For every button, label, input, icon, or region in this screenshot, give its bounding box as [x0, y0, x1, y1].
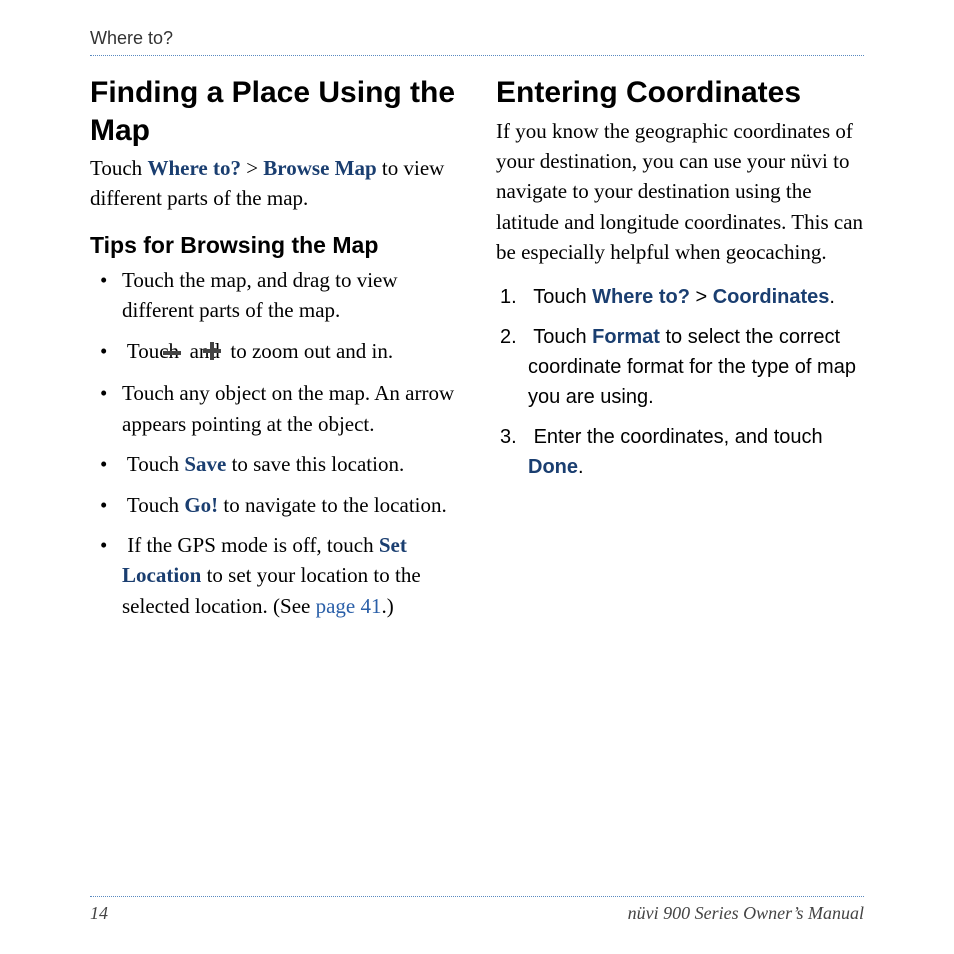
page-footer: 14 nüvi 900 Series Owner’s Manual	[90, 896, 864, 924]
kw-format: Format	[592, 326, 660, 348]
list-item: If the GPS mode is off, touch Set Locati…	[100, 530, 458, 621]
section-heading-finding: Finding a Place Using the Map	[90, 74, 458, 149]
list-item: Touch any object on the map. An arrow ap…	[100, 378, 458, 439]
section-heading-coordinates: Entering Coordinates	[496, 74, 864, 112]
list-item: Touch the map, and drag to view differen…	[100, 265, 458, 326]
finding-intro: Touch Where to? > Browse Map to view dif…	[90, 153, 458, 214]
list-item: Touch Format to select the correct coord…	[500, 322, 864, 412]
list-item: Touch Save to save this location.	[100, 449, 458, 479]
nav-browse-map: Browse Map	[263, 156, 376, 180]
list-item: Enter the coordinates, and touch Done.	[500, 422, 864, 482]
manual-title: nüvi 900 Series Owner’s Manual	[628, 903, 864, 924]
content-columns: Finding a Place Using the Map Touch Wher…	[90, 74, 864, 631]
manual-page: Where to? Finding a Place Using the Map …	[0, 0, 954, 954]
list-item: Touch and to zoom out and in.	[100, 336, 458, 368]
page-number: 14	[90, 903, 108, 924]
page-header: Where to?	[90, 28, 864, 56]
kw-done: Done	[528, 456, 578, 478]
kw-save: Save	[184, 452, 226, 476]
nav-where-to: Where to?	[592, 286, 690, 308]
nav-where-to: Where to?	[147, 156, 241, 180]
subsection-tips: Tips for Browsing the Map	[90, 232, 458, 259]
left-column: Finding a Place Using the Map Touch Wher…	[90, 74, 458, 631]
nav-coordinates: Coordinates	[713, 286, 830, 308]
list-item: Touch Where to? > Coordinates.	[500, 282, 864, 312]
page-link-41[interactable]: page 41	[316, 594, 382, 618]
breadcrumb: Where to?	[90, 28, 173, 48]
coordinates-steps: Touch Where to? > Coordinates. Touch For…	[496, 282, 864, 482]
kw-go: Go!	[184, 493, 218, 517]
list-item: Touch Go! to navigate to the location.	[100, 490, 458, 520]
tips-list: Touch the map, and drag to view differen…	[90, 265, 458, 621]
right-column: Entering Coordinates If you know the geo…	[496, 74, 864, 631]
coordinates-intro: If you know the geographic coordinates o…	[496, 116, 864, 268]
